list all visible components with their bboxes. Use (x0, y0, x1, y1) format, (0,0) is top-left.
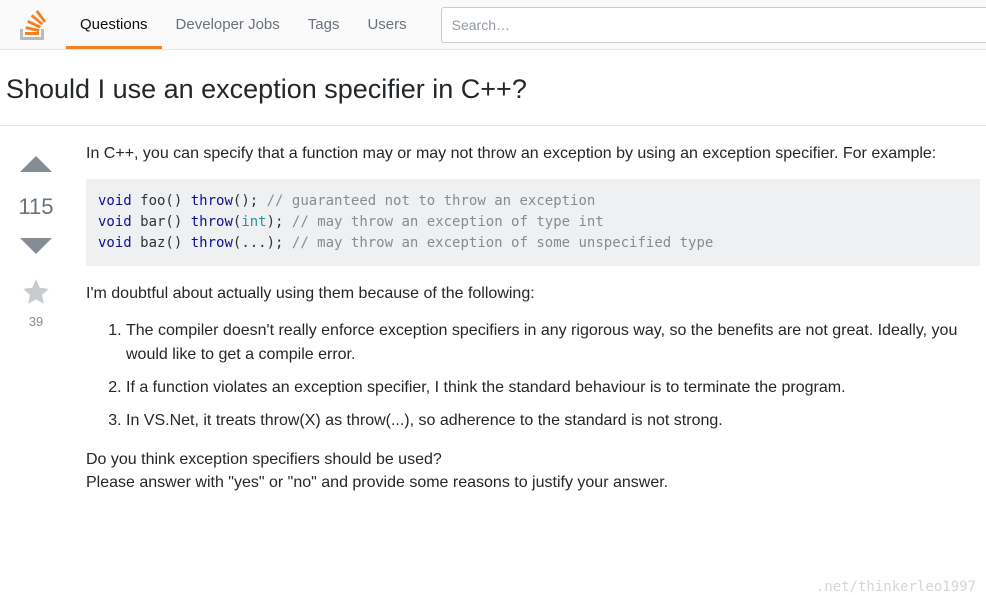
nav-item-jobs[interactable]: Developer Jobs (162, 0, 294, 49)
site-logo[interactable] (20, 10, 46, 40)
closing-text: Do you think exception specifiers should… (86, 448, 980, 494)
nav-item-tags[interactable]: Tags (294, 0, 354, 49)
intro-text: In C++, you can specify that a function … (86, 142, 980, 165)
watermark: .net/thinkerleo1997 (816, 579, 976, 595)
nav-label: Users (367, 16, 406, 33)
favorite-button[interactable] (22, 278, 50, 310)
reason-item: The compiler doesn't really enforce exce… (126, 319, 980, 365)
vote-score: 115 (18, 194, 53, 220)
reasons-list: The compiler doesn't really enforce exce… (86, 319, 980, 432)
favorite-wrap: 39 (22, 278, 50, 329)
reason-item: In VS.Net, it treats throw(X) as throw(.… (126, 409, 980, 432)
search-container (441, 7, 986, 43)
vote-column: 115 39 (6, 142, 66, 509)
nav-label: Developer Jobs (176, 16, 280, 33)
code-block: void foo() throw(); // guaranteed not to… (86, 179, 980, 266)
doubt-text: I'm doubtful about actually using them b… (86, 282, 980, 305)
nav-label: Questions (80, 16, 148, 33)
search-input[interactable] (441, 7, 986, 43)
primary-nav: Questions Developer Jobs Tags Users (66, 0, 421, 49)
nav-item-questions[interactable]: Questions (66, 0, 162, 49)
downvote-button[interactable] (18, 228, 54, 268)
topbar: Questions Developer Jobs Tags Users (0, 0, 986, 50)
post-body: In C++, you can specify that a function … (66, 142, 980, 509)
favorite-count: 39 (29, 314, 43, 329)
nav-label: Tags (308, 16, 340, 33)
nav-item-users[interactable]: Users (353, 0, 420, 49)
question-title: Should I use an exception specifier in C… (0, 50, 986, 126)
upvote-button[interactable] (18, 146, 54, 186)
reason-item: If a function violates an exception spec… (126, 376, 980, 399)
question-content: 115 39 In C++, you can specify that a fu… (0, 126, 986, 509)
